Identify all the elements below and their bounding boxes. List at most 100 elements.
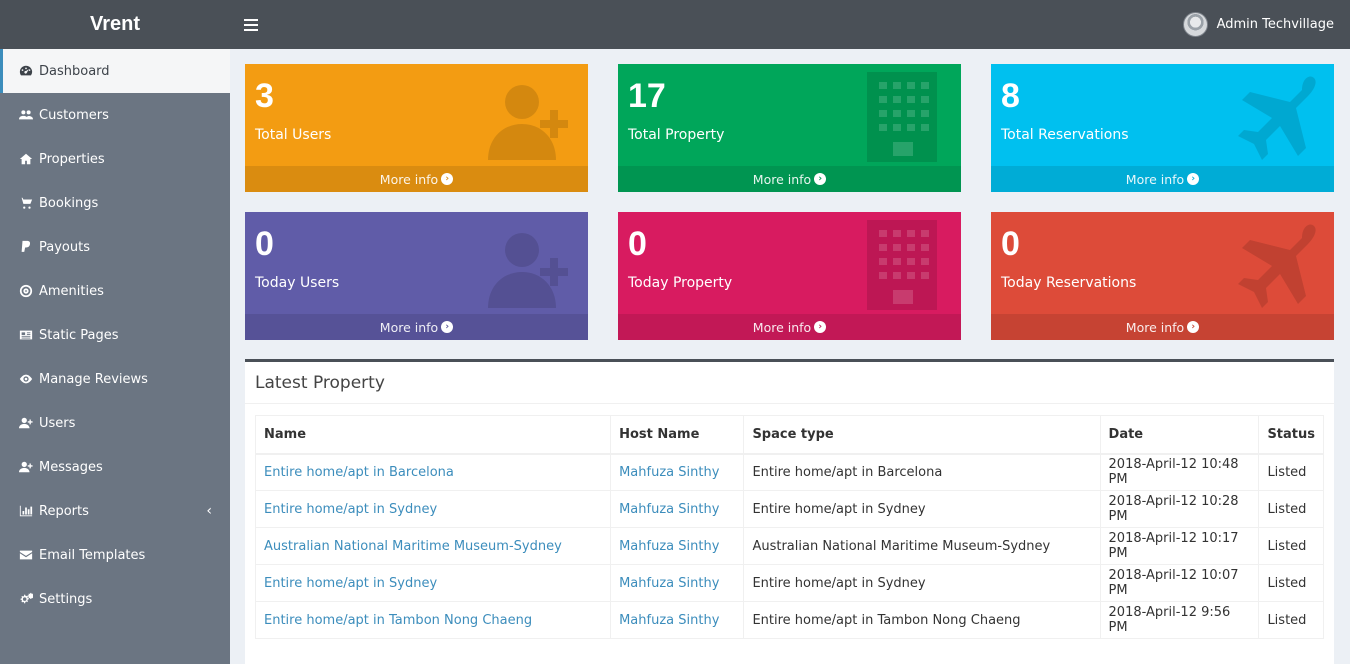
arrow-circle-right-icon: › (1187, 173, 1200, 185)
avatar (1182, 12, 1208, 37)
cell-name: Entire home/apt in Barcelona (254, 453, 612, 491)
table-row: Entire home/apt in Sydney Mahfuza Sinthy E… (254, 490, 1324, 528)
stat-box-total-property: 17 Total Property More info › (618, 64, 961, 192)
chevron-left-icon[interactable]: ‹ (206, 503, 212, 519)
column-header-host[interactable]: Host Name (610, 415, 745, 455)
sidebar-item-messages[interactable]: Messages (0, 445, 230, 489)
sidebar-item-label: Customers (39, 107, 109, 123)
table-row: Australian National Maritime Museum-Sydn… (254, 527, 1324, 565)
sidebar-item-manage-reviews[interactable]: Manage Reviews (0, 357, 230, 401)
sidebar-item-label: Settings (39, 591, 93, 607)
stat-label: Total Reservations (1001, 127, 1129, 143)
sidebar-item-users[interactable]: Users (0, 401, 230, 445)
more-info-link[interactable]: More info › (991, 166, 1334, 192)
paypal-icon (18, 240, 34, 254)
gears-icon (18, 592, 34, 606)
host-link[interactable]: Mahfuza Sinthy (619, 576, 719, 591)
property-link[interactable]: Entire home/apt in Tambon Nong Chaeng (264, 613, 532, 628)
sidebar-item-label: Payouts (39, 239, 90, 255)
property-link[interactable]: Entire home/apt in Sydney (264, 576, 437, 591)
more-info-label: More info (379, 319, 439, 335)
sidebar-item-label: Email Templates (39, 547, 146, 563)
stat-label: Today Reservations (1001, 275, 1137, 291)
users-icon (18, 108, 34, 122)
more-info-label: More info (752, 319, 812, 335)
sidebar-item-email-templates[interactable]: Email Templates (0, 533, 230, 577)
bar-chart-icon (18, 504, 34, 518)
stat-label: Total Users (255, 127, 332, 143)
cell-date: 2018-April-12 9:56 PM (1099, 601, 1260, 639)
column-header-name[interactable]: Name (254, 415, 612, 455)
cell-name: Entire home/apt in Sydney (254, 490, 612, 528)
more-info-label: More info (379, 171, 439, 187)
cell-space-type: Australian National Maritime Museum-Sydn… (743, 527, 1101, 565)
cell-space-type: Entire home/apt in Sydney (743, 564, 1101, 602)
arrow-circle-right-icon: › (441, 173, 454, 185)
column-header-space-type[interactable]: Space type (743, 415, 1101, 455)
more-info-link[interactable]: More info › (618, 166, 961, 192)
arrow-circle-right-icon: › (441, 321, 454, 333)
host-link[interactable]: Mahfuza Sinthy (619, 465, 719, 480)
user-name: Admin Techvillage (1216, 17, 1334, 32)
property-link[interactable]: Entire home/apt in Sydney (264, 502, 437, 517)
stat-label: Total Property (628, 127, 725, 143)
building-icon (857, 72, 947, 162)
more-info-label: More info (1125, 319, 1185, 335)
property-link[interactable]: Australian National Maritime Museum-Sydn… (264, 539, 562, 554)
eye-icon (18, 372, 34, 386)
sidebar-item-static-pages[interactable]: Static Pages (0, 313, 230, 357)
user-plus-icon (484, 72, 574, 162)
sidebar-item-label: Reports (39, 503, 89, 519)
sidebar-item-label: Manage Reviews (39, 371, 148, 387)
dashboard-icon (18, 64, 34, 78)
stat-label: Today Property (628, 275, 733, 291)
column-header-status[interactable]: Status (1258, 415, 1324, 455)
user-menu[interactable]: Admin Techvillage (1182, 0, 1334, 49)
sidebar-item-bookings[interactable]: Bookings (0, 181, 230, 225)
cell-host: Mahfuza Sinthy (610, 527, 745, 565)
more-info-link[interactable]: More info › (991, 314, 1334, 340)
table-header-row: Name Host Name Space type Date Status (254, 415, 1324, 455)
column-header-date[interactable]: Date (1099, 415, 1260, 455)
sidebar-item-amenities[interactable]: Amenities (0, 269, 230, 313)
sidebar-item-label: Dashboard (39, 63, 110, 79)
more-info-link[interactable]: More info › (245, 314, 588, 340)
sidebar-item-properties[interactable]: Properties (0, 137, 230, 181)
brand-logo[interactable]: Vrent (0, 0, 230, 49)
cart-icon (18, 196, 34, 210)
top-navbar: Vrent Admin Techvillage (0, 0, 1350, 49)
stat-value: 3 (255, 77, 274, 115)
sidebar-item-payouts[interactable]: Payouts (0, 225, 230, 269)
more-info-link[interactable]: More info › (245, 166, 588, 192)
sidebar-item-settings[interactable]: Settings (0, 577, 230, 621)
sidebar-item-dashboard[interactable]: Dashboard (0, 49, 230, 93)
cell-status: Listed (1258, 564, 1324, 602)
plane-icon (1230, 72, 1320, 162)
cell-date: 2018-April-12 10:17 PM (1099, 527, 1260, 565)
stat-value: 0 (628, 225, 647, 263)
user-plus-icon (18, 416, 34, 430)
sidebar-toggle-icon[interactable] (244, 18, 258, 31)
sidebar-item-reports[interactable]: Reports ‹ (0, 489, 230, 533)
newspaper-icon (18, 328, 34, 342)
cell-date: 2018-April-12 10:07 PM (1099, 564, 1260, 602)
host-link[interactable]: Mahfuza Sinthy (619, 613, 719, 628)
cell-host: Mahfuza Sinthy (610, 490, 745, 528)
sidebar-item-label: Amenities (39, 283, 104, 299)
more-info-label: More info (1125, 171, 1185, 187)
cell-host: Mahfuza Sinthy (610, 453, 745, 491)
sidebar-item-customers[interactable]: Customers (0, 93, 230, 137)
property-link[interactable]: Entire home/apt in Barcelona (264, 465, 454, 480)
stat-label: Today Users (255, 275, 340, 291)
more-info-label: More info (752, 171, 812, 187)
building-icon (857, 220, 947, 310)
cell-status: Listed (1258, 527, 1324, 565)
sidebar-item-label: Bookings (39, 195, 99, 211)
more-info-link[interactable]: More info › (618, 314, 961, 340)
host-link[interactable]: Mahfuza Sinthy (619, 539, 719, 554)
cell-status: Listed (1258, 490, 1324, 528)
host-link[interactable]: Mahfuza Sinthy (619, 502, 719, 517)
cell-space-type: Entire home/apt in Tambon Nong Chaeng (743, 601, 1101, 639)
sidebar-item-label: Static Pages (39, 327, 119, 343)
panel-title: Latest Property (245, 362, 1334, 404)
